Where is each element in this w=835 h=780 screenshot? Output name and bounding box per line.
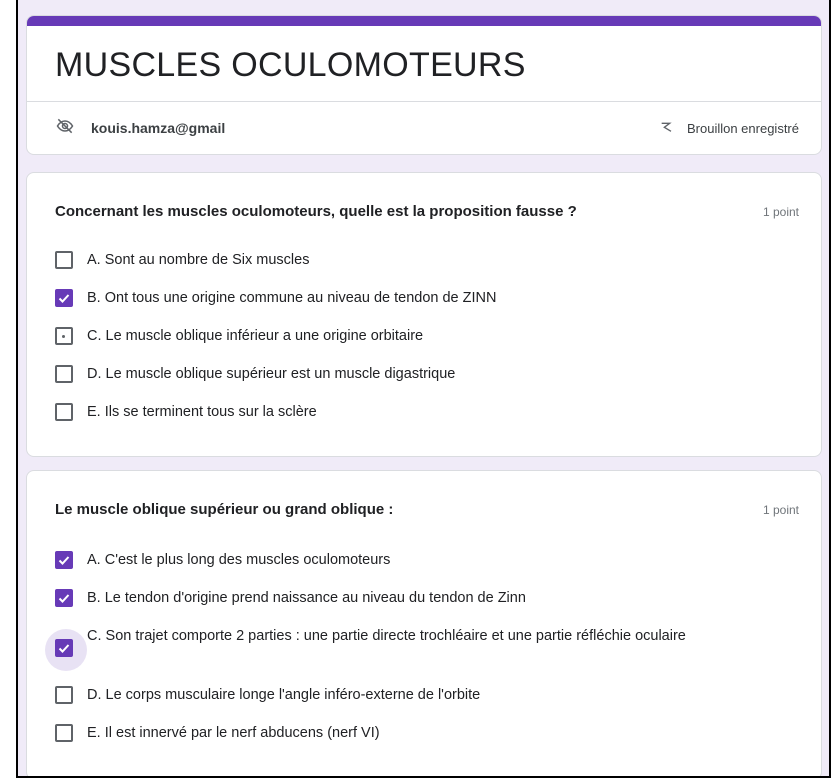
draft-status-text: Brouillon enregistré [686,120,799,136]
check-icon [58,594,70,603]
question-title: Le muscle oblique supérieur ou grand obl… [55,501,394,518]
option-d[interactable]: D. Le muscle oblique supérieur est un mu… [55,365,787,383]
option-e[interactable]: E. Il est innervé par le nerf abducens (… [55,724,787,742]
question-title: Concernant les muscles oculomoteurs, que… [55,203,577,220]
checkbox[interactable] [55,327,73,345]
checkbox-checked[interactable] [55,289,73,307]
check-icon [58,644,70,653]
option-label: E. Ils se terminent tous sur la sclère [87,404,317,420]
option-label: A. C'est le plus long des muscles oculom… [87,552,391,568]
option-d[interactable]: D. Le corps musculaire longe l'angle inf… [55,686,787,704]
cloud-done-icon [659,118,687,139]
form-title: MUSCLES OCULOMOTEURS [55,46,526,84]
account-info: kouis.hamza@gmail [55,116,225,140]
checkbox[interactable] [55,251,73,269]
option-label: D. Le corps musculaire longe l'angle inf… [87,687,481,703]
check-icon [58,556,70,565]
checkbox-checked[interactable] [55,589,73,607]
accent-bar [27,16,821,26]
checkbox[interactable] [55,365,73,383]
option-a[interactable]: A. C'est le plus long des muscles oculom… [55,551,787,569]
draft-status: Brouillon enregistré [659,116,799,140]
option-label: A. Sont au nombre de Six muscles [87,252,310,268]
option-c[interactable]: C. Son trajet comporte 2 parties : une p… [45,627,787,671]
checkbox[interactable] [55,686,73,704]
eye-off-icon [55,116,75,141]
option-b[interactable]: B. Le tendon d'origine prend naissance a… [55,589,787,607]
checkbox-checked[interactable] [45,629,87,671]
checkbox[interactable] [55,724,73,742]
option-label: C. Son trajet comporte 2 parties : une p… [87,628,686,644]
question-points: 1 point [762,503,799,517]
option-label: E. Il est innervé par le nerf abducens (… [87,725,380,741]
question-card-1: Concernant les muscles oculomoteurs, que… [26,172,822,457]
option-label: D. Le muscle oblique supérieur est un mu… [87,366,456,382]
option-label: C. Le muscle oblique inférieur a une ori… [87,328,424,344]
option-label: B. Ont tous une origine commune au nivea… [87,290,497,306]
option-b[interactable]: B. Ont tous une origine commune au nivea… [55,289,787,307]
checkbox[interactable] [55,403,73,421]
option-e[interactable]: E. Ils se terminent tous sur la sclère [55,403,787,421]
question-points: 1 point [762,205,799,219]
checkbox-checked[interactable] [55,551,73,569]
question-card-2: Le muscle oblique supérieur ou grand obl… [26,470,822,776]
dot-icon [62,335,65,338]
option-label: B. Le tendon d'origine prend naissance a… [87,590,526,606]
form-header-card: MUSCLES OCULOMOTEURS kouis.hamza@gmail B… [26,15,822,155]
header-divider [27,101,821,102]
option-a[interactable]: A. Sont au nombre de Six muscles [55,251,787,269]
form-frame: MUSCLES OCULOMOTEURS kouis.hamza@gmail B… [16,0,831,778]
check-icon [58,294,70,303]
option-c[interactable]: C. Le muscle oblique inférieur a une ori… [55,327,787,345]
account-email: kouis.hamza@gmail [91,120,226,136]
